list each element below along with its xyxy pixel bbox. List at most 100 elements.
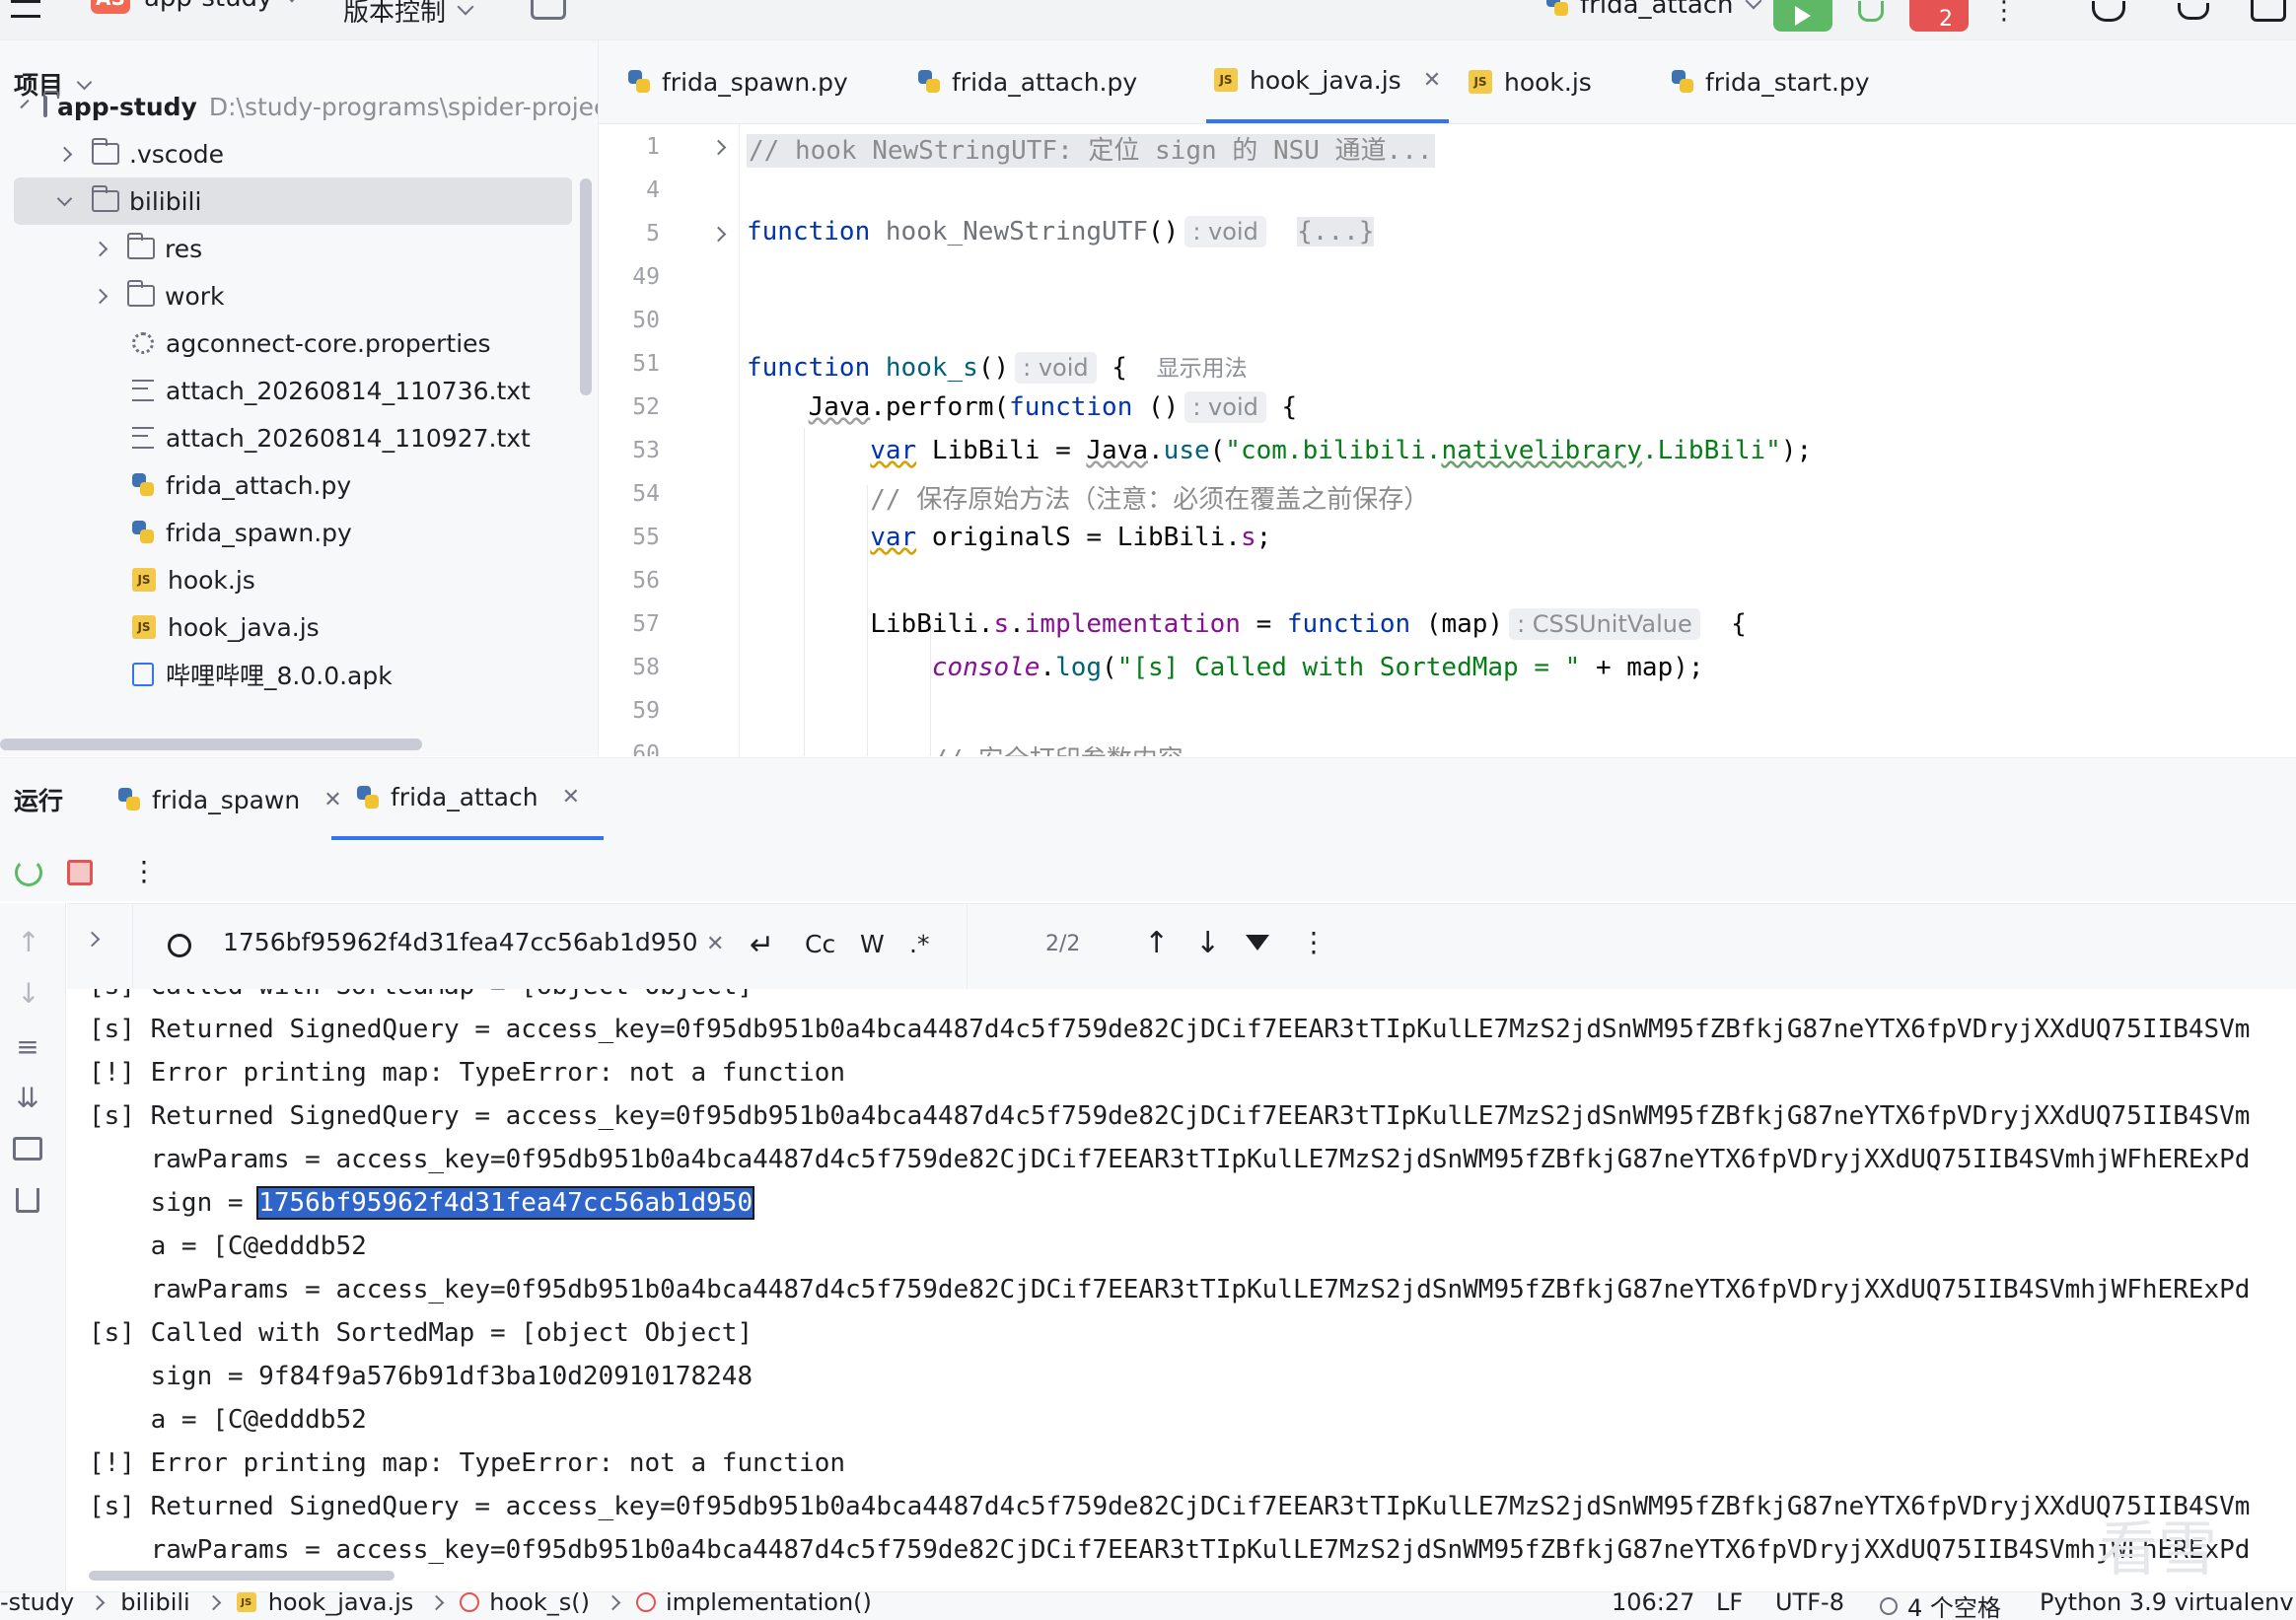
- more-vertical-icon[interactable]: ⋮: [130, 854, 158, 887]
- tab-hook-java[interactable]: JS hook_java.js ✕: [1206, 40, 1450, 123]
- breadcrumb-item[interactable]: hook_s(): [489, 1592, 590, 1616]
- run-tab-frida-attach[interactable]: frida_attach ✕: [331, 758, 604, 841]
- arrow-down-icon[interactable]: ↓: [14, 977, 43, 1010]
- folded-comment[interactable]: // hook NewStringUTF: 定位 sign 的 NSU 通道..…: [747, 134, 1435, 168]
- stop-button[interactable]: 2: [1909, 0, 1969, 32]
- run-button[interactable]: [1773, 0, 1832, 32]
- tab-hook-js[interactable]: JS hook.js: [1469, 40, 1592, 123]
- line-number: 49: [632, 264, 660, 290]
- text-file-icon: [132, 380, 154, 401]
- close-icon[interactable]: ✕: [562, 785, 580, 810]
- text-file-icon: [132, 427, 154, 449]
- tree-item-properties[interactable]: agconnect-core.properties: [0, 319, 582, 367]
- search-input[interactable]: 1756bf95962f4d31fea47cc56ab1d950: [223, 928, 698, 956]
- whole-words-toggle[interactable]: W: [860, 930, 885, 958]
- tab-frida-attach[interactable]: frida_attach.py: [916, 40, 1137, 123]
- tree-root[interactable]: app-study D:\study-programs\spider-proje…: [0, 83, 598, 130]
- regex-toggle[interactable]: .*: [909, 930, 929, 958]
- horizontal-scrollbar[interactable]: [0, 739, 422, 750]
- more-vertical-icon[interactable]: ⋮: [1300, 926, 1327, 958]
- tree-item-frida-attach[interactable]: frida_attach.py: [0, 461, 582, 509]
- project-switcher[interactable]: AS app-study: [91, 0, 301, 14]
- file-encoding[interactable]: UTF-8: [1775, 1592, 1844, 1616]
- code-token: );: [1780, 436, 1813, 465]
- add-user-icon[interactable]: [2176, 0, 2211, 22]
- chevron-right-icon[interactable]: [92, 288, 108, 304]
- line-separator[interactable]: LF: [1716, 1592, 1743, 1616]
- run-panel-header: 运行 frida_spawn ✕ frida_attach ✕: [0, 757, 2296, 841]
- match-case-toggle[interactable]: Cc: [805, 930, 835, 958]
- run-tab-frida-spawn[interactable]: frida_spawn ✕: [116, 758, 342, 841]
- line-number: 4: [646, 177, 660, 203]
- tree-item-hook-java-js[interactable]: JS hook_java.js: [0, 603, 582, 651]
- folded-body[interactable]: {...}: [1297, 217, 1375, 247]
- tree-item-hook-js[interactable]: JS hook.js: [0, 556, 582, 603]
- arrow-up-icon[interactable]: ↑: [14, 926, 43, 958]
- trash-icon[interactable]: [12, 1185, 43, 1215]
- vertical-scrollbar[interactable]: [580, 178, 592, 395]
- code-token: (: [1209, 436, 1226, 465]
- clear-search-icon[interactable]: ✕: [706, 932, 724, 956]
- javascript-icon: JS: [1214, 68, 1238, 92]
- code-with-me-icon[interactable]: [531, 0, 566, 20]
- tree-item-res[interactable]: res: [0, 225, 582, 272]
- tree-item-frida-spawn[interactable]: frida_spawn.py: [0, 509, 582, 556]
- chevron-right-icon[interactable]: [84, 931, 101, 948]
- settings-icon[interactable]: [2251, 0, 2286, 22]
- chevron-down-icon[interactable]: [20, 99, 30, 108]
- chevron-right-icon[interactable]: [56, 146, 73, 162]
- tree-item-bilibili[interactable]: bilibili: [14, 177, 572, 225]
- run-tab-label: frida_spawn: [152, 785, 301, 814]
- line-number: 50: [632, 308, 660, 333]
- python-icon: [916, 69, 942, 95]
- tree-item-attach-txt-1[interactable]: attach_20260814_110736.txt: [0, 367, 582, 414]
- tree-item-vscode[interactable]: .vscode: [0, 130, 582, 177]
- keyword: function: [747, 217, 871, 247]
- chevron-down-icon[interactable]: [56, 190, 73, 206]
- stop-icon[interactable]: [67, 860, 93, 885]
- breadcrumb-item[interactable]: hook_java.js: [268, 1592, 414, 1616]
- breadcrumb-item[interactable]: implementation(): [666, 1592, 872, 1616]
- chevron-right-icon: [429, 1594, 445, 1610]
- filter-icon[interactable]: [1245, 930, 1270, 955]
- indent-setting[interactable]: 4 个空格: [1880, 1592, 2001, 1620]
- soft-wrap-icon[interactable]: ≡: [12, 1030, 43, 1063]
- fold-expand-icon[interactable]: [710, 139, 727, 156]
- breadcrumb-item[interactable]: -study: [0, 1592, 74, 1616]
- code-token: use: [1163, 436, 1210, 465]
- cursor-position[interactable]: 106:27: [1612, 1592, 1694, 1616]
- run-config-selector[interactable]: frida_attach: [1544, 0, 1762, 20]
- vcs-menu[interactable]: 版本控制: [343, 0, 474, 29]
- keyword: function: [747, 353, 871, 383]
- search-icon[interactable]: [162, 930, 197, 961]
- search-match-highlight[interactable]: 1756bf95962f4d31fea47cc56ab1d950: [256, 1186, 755, 1220]
- ai-assistant-icon[interactable]: [2091, 0, 2126, 22]
- fold-expand-icon[interactable]: [710, 226, 727, 243]
- tab-frida-spawn[interactable]: frida_spawn.py: [626, 40, 848, 123]
- debug-icon[interactable]: [1854, 0, 1888, 22]
- tree-item-apk[interactable]: 哔哩哔哩_8.0.0.apk: [0, 651, 582, 698]
- print-icon[interactable]: [12, 1134, 43, 1163]
- tree-item-attach-txt-2[interactable]: attach_20260814_110927.txt: [0, 414, 582, 461]
- type-hint: : void: [1184, 216, 1266, 247]
- more-vertical-icon[interactable]: ⋮: [1991, 0, 2017, 26]
- code-token: Java: [808, 392, 871, 422]
- chevron-right-icon[interactable]: [92, 241, 108, 256]
- code-editor[interactable]: 1 4 5 49 50 51 52 53 54 55 56 57 58 59 6…: [599, 124, 2296, 756]
- main-menu-icon[interactable]: [8, 0, 43, 18]
- scroll-to-end-icon[interactable]: ⇊: [12, 1082, 43, 1114]
- tab-frida-start[interactable]: frida_start.py: [1670, 40, 1870, 123]
- python-interpreter[interactable]: Python 3.9 virtualenv: [2040, 1592, 2294, 1616]
- tree-item-work[interactable]: work: [0, 272, 582, 319]
- console-output[interactable]: [s] Called with SortedMap = [object Obje…: [67, 989, 2296, 1581]
- rerun-icon[interactable]: [14, 858, 43, 887]
- horizontal-scrollbar[interactable]: [89, 1571, 395, 1581]
- close-icon[interactable]: ✕: [1423, 68, 1441, 93]
- next-match-icon[interactable]: ↓: [1195, 926, 1220, 960]
- previous-match-icon[interactable]: ↑: [1144, 926, 1169, 960]
- show-usages-link[interactable]: 显示用法: [1157, 356, 1248, 382]
- code-line-55: var originalS = LibBili.s;: [747, 523, 1271, 552]
- breadcrumb-item[interactable]: bilibili: [120, 1592, 189, 1616]
- newline-icon[interactable]: ↵: [750, 928, 774, 962]
- console-line: sign = 9f84f9a576b91df3ba10d20910178248: [89, 1362, 753, 1391]
